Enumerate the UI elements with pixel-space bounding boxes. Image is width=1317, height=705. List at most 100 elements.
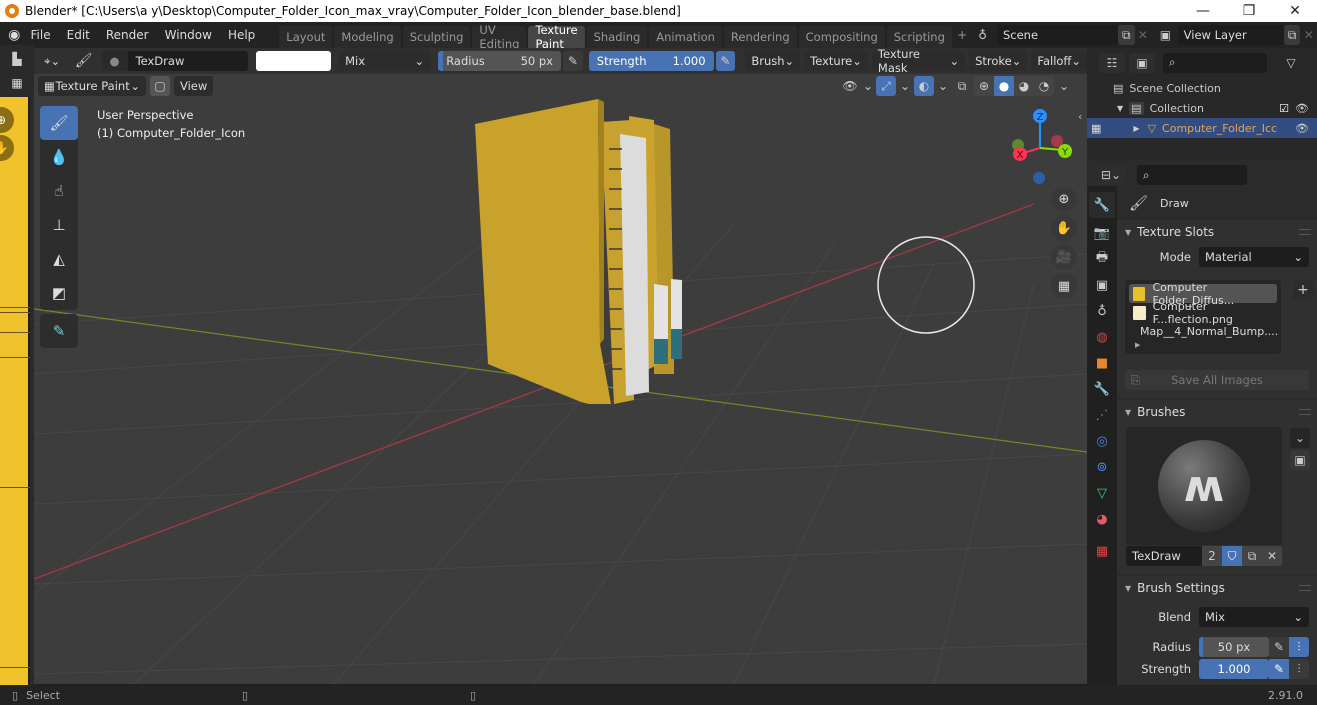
chevron-down-icon[interactable]: ⌄: [898, 76, 912, 96]
navigation-gizmo[interactable]: Z Y X: [1000, 108, 1080, 188]
orthographic-toggle-icon[interactable]: ▦: [1051, 273, 1077, 299]
view-layer-selector-icon[interactable]: ▣: [1157, 25, 1174, 45]
gizmo-toggle-icon[interactable]: ⤢: [876, 76, 896, 96]
data-tab-icon[interactable]: ▽: [1089, 480, 1115, 506]
menu-texture-mask[interactable]: Texture Mask ⌄: [871, 47, 966, 75]
outliner-item-scene-collection[interactable]: ▤ Scene Collection: [1087, 78, 1317, 98]
physics-tab-icon[interactable]: ◎: [1089, 428, 1115, 454]
menu-help[interactable]: Help: [220, 28, 263, 42]
close-window-button[interactable]: ✕: [1272, 0, 1317, 22]
menu-texture[interactable]: Texture ⌄: [804, 51, 868, 71]
rendered-shading-icon[interactable]: ◔: [1034, 76, 1054, 96]
delete-scene-icon[interactable]: ✕: [1135, 25, 1152, 45]
solid-shading-icon[interactable]: ●: [994, 76, 1014, 96]
strength-unified-icon[interactable]: ⫶: [1289, 659, 1309, 679]
chevron-down-icon[interactable]: ⌄: [862, 76, 874, 96]
radius-pressure-icon[interactable]: ✎: [1269, 637, 1289, 657]
material-shading-icon[interactable]: ◕: [1014, 76, 1034, 96]
texture-paint-mode-icon[interactable]: ▦: [7, 73, 27, 93]
menu-window[interactable]: Window: [157, 28, 220, 42]
modifiers-tab-icon[interactable]: 🔧: [1089, 376, 1115, 402]
add-texture-slot-button[interactable]: +: [1293, 280, 1313, 300]
scene-field[interactable]: Scene: [996, 25, 1119, 45]
minimize-button[interactable]: —: [1180, 0, 1226, 22]
strength-pressure-icon[interactable]: ✎: [1269, 659, 1289, 679]
brush-users-count[interactable]: 2: [1202, 546, 1222, 566]
brush-menu-chevron-icon[interactable]: ⌄: [1290, 428, 1310, 448]
strength-pressure-icon[interactable]: ✎: [715, 51, 736, 71]
pan-hand-icon[interactable]: ✋: [1051, 215, 1077, 241]
fill-tool-icon[interactable]: ◭: [40, 242, 78, 276]
view-menu[interactable]: View: [174, 76, 214, 96]
new-view-layer-icon[interactable]: ⧉: [1283, 25, 1301, 45]
workspace-tab-texture-paint[interactable]: Texture Paint: [528, 23, 585, 51]
workspace-tab-sculpting[interactable]: Sculpting: [402, 26, 471, 48]
mode-dropdown[interactable]: Material ⌄: [1199, 247, 1309, 267]
filter-icon[interactable]: ▽: [1281, 53, 1301, 73]
texture-tab-icon[interactable]: ▦: [1089, 538, 1115, 564]
menu-edit[interactable]: Edit: [59, 28, 98, 42]
mode-dropdown[interactable]: ▦ Texture Paint ⌄: [38, 76, 146, 96]
chevron-down-icon[interactable]: ⌄: [1056, 76, 1072, 96]
workspace-tab-animation[interactable]: Animation: [649, 26, 722, 48]
radius-pressure-icon[interactable]: ✎: [562, 51, 583, 71]
workspace-tab-scripting[interactable]: Scripting: [886, 26, 952, 48]
radius-slider[interactable]: Radius 50 px: [438, 51, 561, 71]
scene-selector-icon[interactable]: ♁: [974, 25, 991, 45]
view-layer-field[interactable]: View Layer: [1177, 25, 1284, 45]
outliner-item-collection[interactable]: ▼ ▤ Collection ☑ 👁: [1087, 98, 1317, 118]
outliner-search-field[interactable]: ⌕: [1163, 52, 1267, 73]
maximize-button[interactable]: ❐: [1226, 0, 1272, 22]
camera-view-icon[interactable]: 🎥: [1051, 244, 1077, 270]
display-mode-icon[interactable]: ☷: [1099, 52, 1125, 73]
wireframe-shading-icon[interactable]: ⊕: [974, 76, 994, 96]
pan-hand-icon[interactable]: ✋: [0, 135, 14, 161]
menu-stroke[interactable]: Stroke ⌄: [969, 51, 1028, 71]
3d-viewport[interactable]: ▦ Texture Paint ⌄ ▢ View 👁 ⌄ ⤢ ⌄ ◐ ⌄ ⧉ ⊕ ● …: [34, 74, 1087, 684]
visibility-eye-icon[interactable]: 👁: [1295, 122, 1309, 135]
brush-image-icon[interactable]: ▣: [1290, 450, 1310, 470]
world-tab-icon[interactable]: ◍: [1089, 324, 1115, 350]
brushes-header[interactable]: ▼ Brushes: [1117, 400, 1317, 424]
material-tab-icon[interactable]: ◕: [1089, 506, 1115, 532]
tool-settings-icon[interactable]: ⌖⌄: [38, 51, 70, 71]
menu-brush[interactable]: Brush ⌄: [745, 51, 801, 71]
output-tab-icon[interactable]: 🖶: [1089, 246, 1115, 272]
workspace-tab-modeling[interactable]: Modeling: [334, 26, 401, 48]
brush-color-swatch[interactable]: [255, 51, 332, 71]
workspace-tab-layout[interactable]: Layout: [279, 26, 333, 48]
brush-settings-header[interactable]: ▼ Brush Settings: [1117, 576, 1317, 600]
soften-tool-icon[interactable]: 💧: [40, 140, 78, 174]
add-workspace-button[interactable]: +: [954, 25, 971, 45]
radius-unit-icon[interactable]: ⫶: [1289, 637, 1309, 657]
texture-slots-header[interactable]: ▼ Texture Slots: [1117, 220, 1317, 244]
tool-tab-icon[interactable]: 🔧: [1089, 192, 1115, 218]
mask-tool-icon[interactable]: ◩: [40, 276, 78, 310]
blend-mode-dropdown[interactable]: Mix ⌄: [339, 51, 431, 71]
save-all-images-button[interactable]: ⎘ Save All Images: [1125, 370, 1309, 390]
unlink-brush-icon[interactable]: ✕: [1262, 546, 1282, 566]
menu-falloff[interactable]: Falloff ⌄: [1031, 51, 1087, 71]
zoom-icon[interactable]: ⊕: [1051, 186, 1077, 212]
blender-menu-icon[interactable]: ◉: [6, 25, 23, 45]
strength-slider[interactable]: Strength 1.000: [588, 51, 714, 71]
mask-mode-icon[interactable]: ▢: [150, 76, 170, 96]
strength-slider[interactable]: 1.000: [1199, 659, 1269, 679]
workspace-tab-shading[interactable]: Shading: [586, 26, 648, 48]
texture-slot-item[interactable]: Computer F...flection.png: [1129, 300, 1277, 326]
overlays-toggle-icon[interactable]: ◐: [914, 76, 934, 96]
fake-user-shield-icon[interactable]: ⛉: [1222, 546, 1242, 566]
editor-type-icon[interactable]: ⊟⌄: [1097, 165, 1125, 185]
brush-preview[interactable]: ʍ: [1126, 427, 1282, 545]
workspace-tab-compositing[interactable]: Compositing: [798, 26, 885, 48]
constraints-tab-icon[interactable]: ⊚: [1089, 454, 1115, 480]
menu-render[interactable]: Render: [98, 28, 157, 42]
chevron-down-icon[interactable]: ⌄: [936, 76, 950, 96]
filter-scene-icon[interactable]: ▣: [1129, 52, 1155, 73]
workspace-tab-rendering[interactable]: Rendering: [723, 26, 797, 48]
scene-tab-icon[interactable]: ♁: [1089, 298, 1115, 324]
image-editor-type-icon[interactable]: ▙: [7, 49, 27, 69]
brush-selector[interactable]: ● TexDraw: [101, 51, 248, 71]
smear-tool-icon[interactable]: ☝: [40, 174, 78, 208]
new-scene-icon[interactable]: ⧉: [1118, 25, 1135, 45]
